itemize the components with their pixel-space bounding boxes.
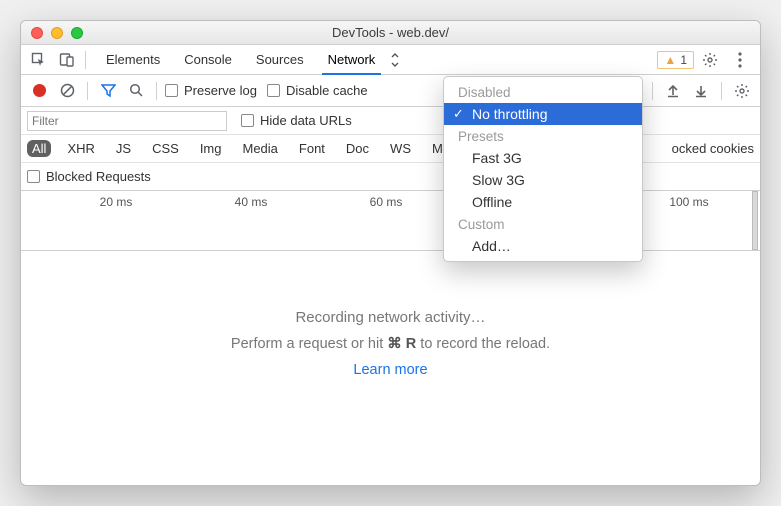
divider — [85, 51, 86, 69]
network-toolbar: Preserve log Disable cache — [21, 75, 760, 107]
search-icon[interactable] — [124, 79, 148, 103]
record-icon — [33, 84, 46, 97]
clear-button[interactable] — [55, 79, 79, 103]
more-tabs-icon[interactable] — [387, 45, 403, 75]
keyboard-shortcut: ⌘ R — [387, 336, 416, 352]
disable-cache-checkbox[interactable]: Disable cache — [267, 83, 368, 98]
network-settings-icon[interactable] — [730, 79, 754, 103]
learn-more-link[interactable]: Learn more — [353, 362, 427, 378]
throttle-option-add[interactable]: Add… — [444, 235, 642, 257]
device-toolbar-icon[interactable] — [53, 47, 81, 73]
toolbar-right: ▲ 1 — [657, 47, 754, 73]
titlebar: DevTools - web.dev/ — [21, 21, 760, 45]
timeline-tick: 100 ms — [669, 195, 708, 209]
type-filter-css[interactable]: CSS — [147, 140, 184, 157]
checkbox-icon — [27, 170, 40, 183]
throttle-option-offline[interactable]: Offline — [444, 191, 642, 213]
tab-elements[interactable]: Elements — [94, 45, 172, 75]
filter-bar: Hide data URLs — [21, 107, 760, 135]
throttle-option-no-throttling[interactable]: No throttling — [444, 103, 642, 125]
timeline-tick: 60 ms — [370, 195, 403, 209]
tab-network[interactable]: Network — [316, 45, 388, 75]
settings-icon[interactable] — [696, 47, 724, 73]
timeline-scrollbar[interactable] — [752, 191, 758, 250]
preserve-log-checkbox[interactable]: Preserve log — [165, 83, 257, 98]
inspect-element-icon[interactable] — [25, 47, 53, 73]
checkbox-icon — [165, 84, 178, 97]
type-filter-all[interactable]: All — [27, 140, 51, 157]
warnings-count: 1 — [680, 53, 687, 67]
blocked-cookies-partial[interactable]: ocked cookies — [672, 141, 754, 156]
preserve-log-label: Preserve log — [184, 83, 257, 98]
throttle-option-slow-3g[interactable]: Slow 3G — [444, 169, 642, 191]
hide-data-urls-checkbox[interactable]: Hide data URLs — [241, 113, 352, 128]
hide-data-urls-label: Hide data URLs — [260, 113, 352, 128]
import-har-icon[interactable] — [661, 79, 685, 103]
tab-console[interactable]: Console — [172, 45, 244, 75]
type-filter-img[interactable]: Img — [195, 140, 227, 157]
dropdown-header-custom: Custom — [444, 213, 642, 235]
timeline-overview[interactable]: 20 ms 40 ms 60 ms 100 ms — [21, 191, 760, 251]
divider — [652, 82, 653, 100]
dropdown-header-disabled: Disabled — [444, 81, 642, 103]
filter-input[interactable] — [27, 111, 227, 131]
blocked-requests-bar: Blocked Requests — [21, 163, 760, 191]
divider — [721, 82, 722, 100]
type-filter-ws[interactable]: WS — [385, 140, 416, 157]
more-options-icon[interactable] — [726, 47, 754, 73]
checkbox-icon — [241, 114, 254, 127]
warning-icon: ▲ — [664, 53, 676, 67]
main-toolbar: Elements Console Sources Network ▲ 1 — [21, 45, 760, 75]
divider — [156, 82, 157, 100]
dropdown-header-presets: Presets — [444, 125, 642, 147]
resource-type-bar: All XHR JS CSS Img Media Font Doc WS Man… — [21, 135, 760, 163]
panel-tabs: Elements Console Sources Network — [94, 45, 657, 75]
checkbox-icon — [267, 84, 280, 97]
warnings-badge[interactable]: ▲ 1 — [657, 51, 694, 69]
divider — [87, 82, 88, 100]
type-filter-media[interactable]: Media — [237, 140, 282, 157]
empty-line1: Recording network activity… — [295, 309, 485, 326]
record-button[interactable] — [27, 79, 51, 103]
filter-toggle-icon[interactable] — [96, 79, 120, 103]
throttle-option-fast-3g[interactable]: Fast 3G — [444, 147, 642, 169]
empty-line2: Perform a request or hit ⌘ R to record t… — [231, 336, 550, 352]
type-filter-doc[interactable]: Doc — [341, 140, 374, 157]
type-filter-js[interactable]: JS — [111, 140, 136, 157]
window-title: DevTools - web.dev/ — [21, 25, 760, 40]
empty-state: Recording network activity… Perform a re… — [21, 251, 760, 378]
blocked-requests-checkbox[interactable]: Blocked Requests — [27, 169, 151, 184]
export-har-icon[interactable] — [689, 79, 713, 103]
timeline-tick: 40 ms — [235, 195, 268, 209]
type-filter-font[interactable]: Font — [294, 140, 330, 157]
tab-sources[interactable]: Sources — [244, 45, 316, 75]
timeline-tick: 20 ms — [100, 195, 133, 209]
blocked-requests-label: Blocked Requests — [46, 169, 151, 184]
type-filter-xhr[interactable]: XHR — [62, 140, 99, 157]
throttling-dropdown: Disabled No throttling Presets Fast 3G S… — [443, 76, 643, 262]
devtools-window: DevTools - web.dev/ Elements Console Sou… — [20, 20, 761, 486]
disable-cache-label: Disable cache — [286, 83, 368, 98]
